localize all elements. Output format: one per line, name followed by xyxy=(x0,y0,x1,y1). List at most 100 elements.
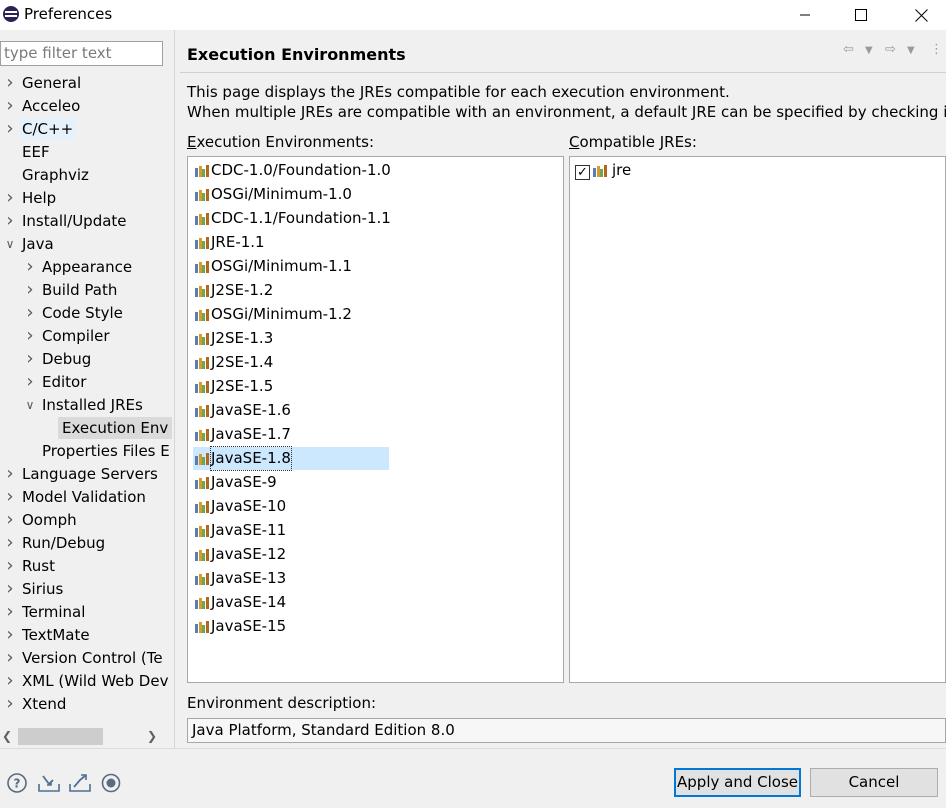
chevron-right-icon[interactable]: › xyxy=(23,279,37,301)
environment-description-field[interactable]: Java Platform, Standard Edition 8.0 xyxy=(187,718,946,743)
environment-row[interactable]: CDC-1.0/Foundation-1.0 xyxy=(193,159,391,182)
tree-item-run-debug[interactable]: › Run/Debug xyxy=(0,532,172,555)
tree-item-properties-files-e[interactable]: Properties Files E xyxy=(0,440,172,463)
tree-horizontal-scrollbar[interactable]: ❮ ❯ xyxy=(0,727,163,746)
chevron-right-icon[interactable]: › xyxy=(23,256,37,278)
tree-item-oomph[interactable]: › Oomph xyxy=(0,509,172,532)
chevron-right-icon[interactable]: › xyxy=(23,371,37,393)
environment-row[interactable]: JavaSE-14 xyxy=(193,591,389,614)
chevron-right-icon[interactable]: › xyxy=(3,647,17,669)
tree-item-general[interactable]: › General xyxy=(0,72,172,95)
environment-row[interactable]: JavaSE-13 xyxy=(193,567,389,590)
maximize-button[interactable] xyxy=(838,0,884,30)
tree-item-debug[interactable]: › Debug xyxy=(0,348,172,371)
jre-checkbox[interactable]: ✓ xyxy=(575,165,590,180)
tree-item-language-servers[interactable]: › Language Servers xyxy=(0,463,172,486)
environment-row[interactable]: JavaSE-11 xyxy=(193,519,389,542)
back-menu-chevron-icon[interactable]: ▼ xyxy=(865,45,873,56)
environment-row[interactable]: OSGi/Minimum-1.2 xyxy=(193,303,389,326)
back-arrow-icon[interactable]: ⇦ xyxy=(843,42,854,57)
oomph-record-icon[interactable] xyxy=(100,772,122,794)
chevron-right-icon[interactable]: › xyxy=(3,486,17,508)
compatible-jres-list[interactable]: ✓ jre xyxy=(569,156,946,683)
chevron-right-icon[interactable]: › xyxy=(3,95,17,117)
chevron-right-icon[interactable]: › xyxy=(3,693,17,715)
tree-item-install-update[interactable]: › Install/Update xyxy=(0,210,172,233)
chevron-right-icon[interactable]: › xyxy=(3,118,17,140)
chevron-right-icon[interactable]: › xyxy=(3,72,17,94)
chevron-down-icon[interactable]: ∨ xyxy=(3,233,17,255)
environment-row[interactable]: JavaSE-12 xyxy=(193,543,389,566)
tree-item-code-style[interactable]: › Code Style xyxy=(0,302,172,325)
environment-row[interactable]: J2SE-1.3 xyxy=(193,327,389,350)
tree-item-model-validation[interactable]: › Model Validation xyxy=(0,486,172,509)
tree-item-version-control-te[interactable]: › Version Control (Te xyxy=(0,647,172,670)
environment-row[interactable]: JavaSE-1.7 xyxy=(193,423,389,446)
chevron-right-icon[interactable]: › xyxy=(23,302,37,324)
cancel-button[interactable]: Cancel xyxy=(810,768,938,797)
tree-item-java[interactable]: ∨ Java xyxy=(0,233,172,256)
apply-and-close-button[interactable]: Apply and Close xyxy=(674,768,801,797)
tree-item-xtend[interactable]: › Xtend xyxy=(0,693,172,716)
jre-row[interactable]: ✓ jre xyxy=(570,159,770,182)
tree-item-graphviz[interactable]: Graphviz xyxy=(0,164,172,187)
tree-item-appearance[interactable]: › Appearance xyxy=(0,256,172,279)
forward-arrow-icon[interactable]: ⇨ xyxy=(885,42,896,57)
scroll-left-icon[interactable]: ❮ xyxy=(0,727,14,746)
environment-row[interactable]: J2SE-1.4 xyxy=(193,351,389,374)
chevron-right-icon[interactable]: › xyxy=(3,624,17,646)
tree-item-sirius[interactable]: › Sirius xyxy=(0,578,172,601)
environment-row[interactable]: CDC-1.1/Foundation-1.1 xyxy=(193,207,391,230)
view-menu-icon[interactable]: ⋮ xyxy=(930,42,943,57)
close-button[interactable] xyxy=(898,0,944,30)
chevron-right-icon[interactable]: › xyxy=(3,670,17,692)
environment-row[interactable]: OSGi/Minimum-1.1 xyxy=(193,255,389,278)
environments-label: Execution Environments: xyxy=(187,133,375,151)
tree-item-installed-jres[interactable]: ∨ Installed JREs xyxy=(0,394,172,417)
chevron-right-icon[interactable]: › xyxy=(3,463,17,485)
filter-input[interactable]: type filter text xyxy=(0,41,163,66)
tree-item-rust[interactable]: › Rust xyxy=(0,555,172,578)
export-icon[interactable] xyxy=(68,772,91,794)
environment-row[interactable]: JavaSE-1.8 xyxy=(193,446,389,471)
tree-item-terminal[interactable]: › Terminal xyxy=(0,601,172,624)
tree-item-eef[interactable]: EEF xyxy=(0,141,172,164)
scroll-right-icon[interactable]: ❯ xyxy=(145,727,159,746)
chevron-right-icon[interactable]: › xyxy=(3,578,17,600)
help-icon[interactable]: ? xyxy=(6,772,28,794)
tree-item-acceleo[interactable]: › Acceleo xyxy=(0,95,172,118)
environment-row[interactable]: JavaSE-10 xyxy=(193,495,389,518)
environment-row[interactable]: JavaSE-1.6 xyxy=(193,399,389,422)
environment-row[interactable]: J2SE-1.5 xyxy=(193,375,389,398)
forward-menu-chevron-icon[interactable]: ▼ xyxy=(907,45,915,56)
tree-item-help[interactable]: › Help xyxy=(0,187,172,210)
chevron-right-icon[interactable]: › xyxy=(3,509,17,531)
tree-item-build-path[interactable]: › Build Path xyxy=(0,279,172,302)
environment-row[interactable]: JRE-1.1 xyxy=(193,231,389,254)
tree-item-c-c[interactable]: › C/C++ xyxy=(0,118,172,141)
chevron-right-icon[interactable]: › xyxy=(3,555,17,577)
chevron-right-icon[interactable]: › xyxy=(23,348,37,370)
environment-name: JavaSE-1.7 xyxy=(211,425,291,443)
chevron-right-icon[interactable]: › xyxy=(3,532,17,554)
chevron-right-icon[interactable]: › xyxy=(23,325,37,347)
environment-row[interactable]: JavaSE-9 xyxy=(193,471,389,494)
tree-item-xml-wild-web-dev[interactable]: › XML (Wild Web Dev xyxy=(0,670,172,693)
chevron-down-icon[interactable]: ∨ xyxy=(23,394,37,416)
tree-item-execution-env[interactable]: Execution Env xyxy=(0,417,172,440)
chevron-right-icon[interactable]: › xyxy=(3,601,17,623)
environment-row[interactable]: JavaSE-15 xyxy=(193,615,389,638)
tree-item-textmate[interactable]: › TextMate xyxy=(0,624,172,647)
tree-item-editor[interactable]: › Editor xyxy=(0,371,172,394)
minimize-button[interactable] xyxy=(782,0,828,30)
sash[interactable] xyxy=(174,30,175,748)
chevron-right-icon[interactable]: › xyxy=(3,187,17,209)
environments-list[interactable]: CDC-1.0/Foundation-1.0 OSGi/Minimum-1.0 CD… xyxy=(187,156,564,683)
import-icon[interactable] xyxy=(37,772,60,794)
environment-row[interactable]: J2SE-1.2 xyxy=(193,279,389,302)
tree-item-compiler[interactable]: › Compiler xyxy=(0,325,172,348)
preference-tree[interactable]: › General › Acceleo › C/C++ EEF Graphviz › Help › I… xyxy=(0,72,172,724)
scroll-thumb[interactable] xyxy=(18,728,103,745)
chevron-right-icon[interactable]: › xyxy=(3,210,17,232)
environment-row[interactable]: OSGi/Minimum-1.0 xyxy=(193,183,389,206)
